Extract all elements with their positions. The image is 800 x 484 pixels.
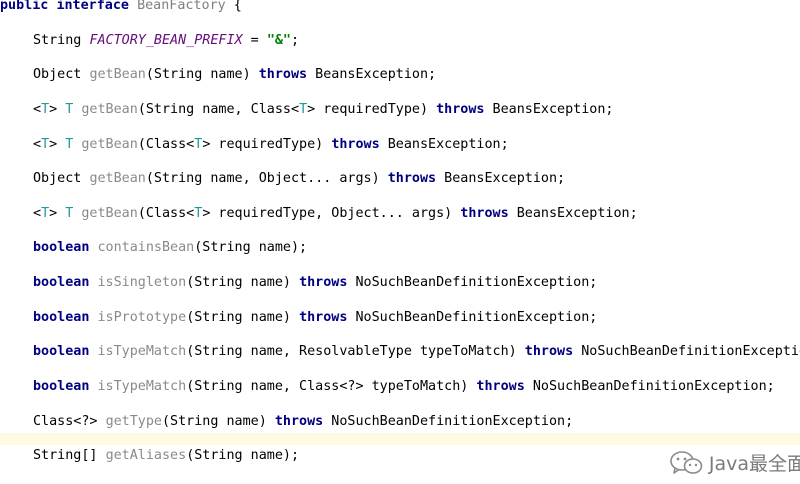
- return-type: Class<?>: [33, 414, 106, 429]
- exception-type: NoSuchBeanDefinitionException;: [573, 344, 800, 359]
- method-name: getBean: [81, 137, 138, 152]
- method-params: (String name): [186, 275, 300, 290]
- keyword-throws: throws: [299, 310, 348, 325]
- method-name: getBean: [81, 206, 138, 221]
- angle-close: >: [49, 206, 66, 221]
- method-name: getType: [105, 414, 162, 429]
- method-name: getBean: [81, 102, 138, 117]
- method-name: isTypeMatch: [97, 379, 187, 394]
- method-params: > requiredType): [307, 102, 437, 117]
- method-params: (String name);: [194, 240, 308, 255]
- exception-type: NoSuchBeanDefinitionException;: [323, 414, 574, 429]
- keyword-throws: throws: [331, 137, 380, 152]
- type-param: T: [41, 137, 50, 152]
- wechat-icon: [669, 450, 703, 476]
- keyword-throws: throws: [460, 206, 509, 221]
- keyword-boolean: boolean: [33, 310, 90, 325]
- string-literal: "&": [266, 33, 291, 48]
- keyword-boolean: boolean: [33, 240, 90, 255]
- semicolon: ;: [291, 33, 300, 48]
- method-name: getBean: [89, 67, 146, 82]
- method-params: (Class<: [137, 137, 195, 152]
- method-params: (String name, Object... args): [145, 171, 388, 186]
- code-line-isprototype: boolean isPrototype(String name) throws …: [0, 307, 800, 329]
- code-line-getbean-name-type: <T> T getBean(String name, Class<T> requ…: [0, 99, 800, 121]
- keyword-boolean: boolean: [33, 379, 90, 394]
- type-param: T: [41, 206, 50, 221]
- angle-close: >: [49, 137, 66, 152]
- current-line-highlight: [0, 433, 800, 445]
- keyword-throws: throws: [299, 275, 348, 290]
- code-line-factory-bean-prefix: String FACTORY_BEAN_PREFIX = "&";: [0, 30, 800, 52]
- return-type: Object: [33, 171, 90, 186]
- method-params: > requiredType, Object... args): [202, 206, 461, 221]
- keyword-throws: throws: [476, 379, 525, 394]
- method-params: (Class<: [137, 206, 195, 221]
- type-param: T: [299, 102, 308, 117]
- exception-type: BeansException;: [307, 67, 437, 82]
- code-line-issingleton: boolean isSingleton(String name) throws …: [0, 272, 800, 294]
- exception-type: NoSuchBeanDefinitionException;: [524, 379, 775, 394]
- watermark: Java最全面: [669, 449, 800, 476]
- exception-type: BeansException;: [484, 102, 614, 117]
- method-params: (String name, Class<: [137, 102, 300, 117]
- exception-type: BeansException;: [436, 171, 566, 186]
- keyword-throws: throws: [524, 344, 574, 359]
- angle-close: >: [49, 102, 66, 117]
- code-line-interface-declaration: public interface BeanFactory {: [0, 0, 800, 17]
- return-type: Object: [33, 67, 90, 82]
- watermark-text: Java最全面: [708, 453, 800, 475]
- angle-open: <: [33, 206, 42, 221]
- code-line-getbean-type: <T> T getBean(Class<T> requiredType) thr…: [0, 134, 800, 156]
- code-line-getbean-name: Object getBean(String name) throws Beans…: [0, 64, 800, 86]
- exception-type: BeansException;: [508, 206, 638, 221]
- method-name: isSingleton: [97, 275, 187, 290]
- method-params: (String name);: [186, 448, 300, 463]
- method-params: > requiredType): [202, 137, 332, 152]
- keyword-interface: interface: [56, 0, 129, 13]
- assign-operator: =: [242, 33, 267, 48]
- exception-type: BeansException;: [379, 137, 509, 152]
- constant-name: FACTORY_BEAN_PREFIX: [89, 33, 243, 48]
- method-name: getAliases: [105, 448, 187, 463]
- code-line-gettype: Class<?> getType(String name) throws NoS…: [0, 411, 800, 433]
- angle-open: <: [33, 137, 42, 152]
- keyword-throws: throws: [258, 67, 308, 82]
- code-line-getbean-type-args: <T> T getBean(Class<T> requiredType, Obj…: [0, 203, 800, 225]
- keyword-throws: throws: [436, 102, 485, 117]
- interface-name: BeanFactory: [137, 0, 226, 13]
- exception-type: NoSuchBeanDefinitionException;: [347, 310, 598, 325]
- code-line-getbean-name-args: Object getBean(String name, Object... ar…: [0, 168, 800, 190]
- method-params: (String name, Class<?> typeToMatch): [186, 379, 477, 394]
- open-brace: {: [225, 0, 242, 13]
- type-param: T: [41, 102, 50, 117]
- exception-type: NoSuchBeanDefinitionException;: [347, 275, 598, 290]
- field-type: String: [33, 33, 90, 48]
- keyword-throws: throws: [387, 171, 437, 186]
- method-params: (String name): [186, 310, 300, 325]
- keyword-throws: throws: [274, 414, 324, 429]
- keyword-boolean: boolean: [33, 344, 90, 359]
- code-editor[interactable]: public interface BeanFactory { String FA…: [0, 0, 800, 484]
- method-params: (String name): [162, 414, 275, 429]
- angle-open: <: [33, 102, 42, 117]
- code-line-istypematch-resolvable: boolean isTypeMatch(String name, Resolva…: [0, 341, 800, 363]
- method-name: isTypeMatch: [97, 344, 187, 359]
- code-line-istypematch-class: boolean isTypeMatch(String name, Class<?…: [0, 376, 800, 398]
- method-name: isPrototype: [97, 310, 187, 325]
- keyword-boolean: boolean: [33, 275, 90, 290]
- keyword-public: public: [0, 0, 49, 13]
- method-name: getBean: [89, 171, 146, 186]
- method-name: containsBean: [97, 240, 195, 255]
- method-params: (String name): [145, 67, 259, 82]
- method-params: (String name, ResolvableType typeToMatch…: [186, 344, 525, 359]
- code-line-containsbean: boolean containsBean(String name);: [0, 237, 800, 259]
- return-type: String[]: [33, 448, 106, 463]
